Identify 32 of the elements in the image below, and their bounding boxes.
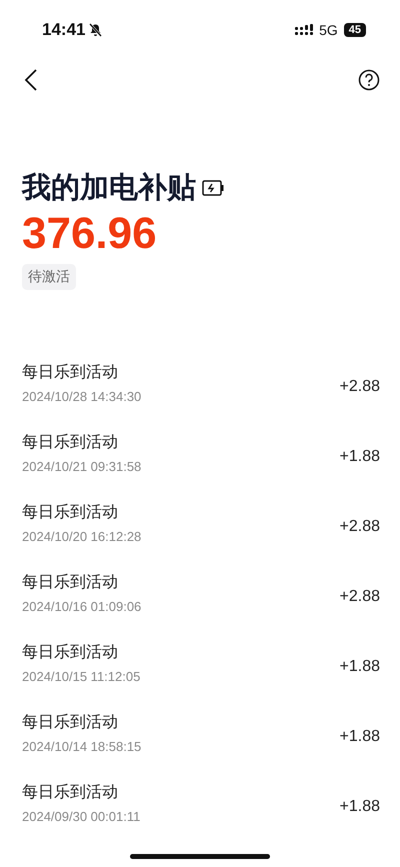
record-time: 2024/10/14 18:58:15	[22, 739, 142, 754]
record-amount: +2.88	[340, 588, 380, 606]
record-time: 2024/10/28 14:34:30	[22, 389, 142, 404]
record-time: 2024/10/15 11:12:05	[22, 669, 140, 684]
page-title: 我的加电补贴	[22, 169, 196, 206]
record-amount: +2.88	[340, 518, 380, 536]
record-title: 每日乐到活动	[22, 362, 119, 384]
record-title: 每日乐到活动	[22, 432, 119, 454]
record-title: 每日乐到活动	[22, 572, 119, 594]
record-amount: +2.88	[340, 378, 380, 396]
status-time: 14:41	[42, 20, 86, 40]
record-title: 每日乐到活动	[22, 502, 119, 524]
record-time: 2024/10/21 09:31:58	[22, 459, 142, 474]
help-button[interactable]	[358, 69, 380, 91]
record-amount: +1.88	[340, 448, 380, 466]
record-title: 每日乐到活动	[22, 712, 119, 734]
record-amount: +1.88	[340, 798, 380, 816]
record-amount: +1.88	[340, 658, 380, 676]
back-button[interactable]	[24, 68, 38, 92]
bell-muted-icon	[89, 23, 102, 37]
record-title: 每日乐到活动	[22, 782, 119, 804]
network-label: 5G	[319, 22, 338, 38]
record-title: 每日乐到活动	[22, 642, 119, 664]
record-amount: +1.88	[340, 728, 380, 746]
record-time: 2024/10/20 16:12:28	[22, 529, 142, 544]
battery-indicator: 45	[344, 23, 366, 37]
record-time: 2024/09/30 00:01:11	[22, 809, 140, 824]
status-tag: 待激活	[22, 264, 76, 290]
record-time: 2024/10/16 01:09:06	[22, 599, 142, 614]
signal-icon	[295, 24, 316, 36]
battery-bolt-icon	[202, 179, 224, 197]
subsidy-amount: 376.96	[22, 210, 157, 258]
